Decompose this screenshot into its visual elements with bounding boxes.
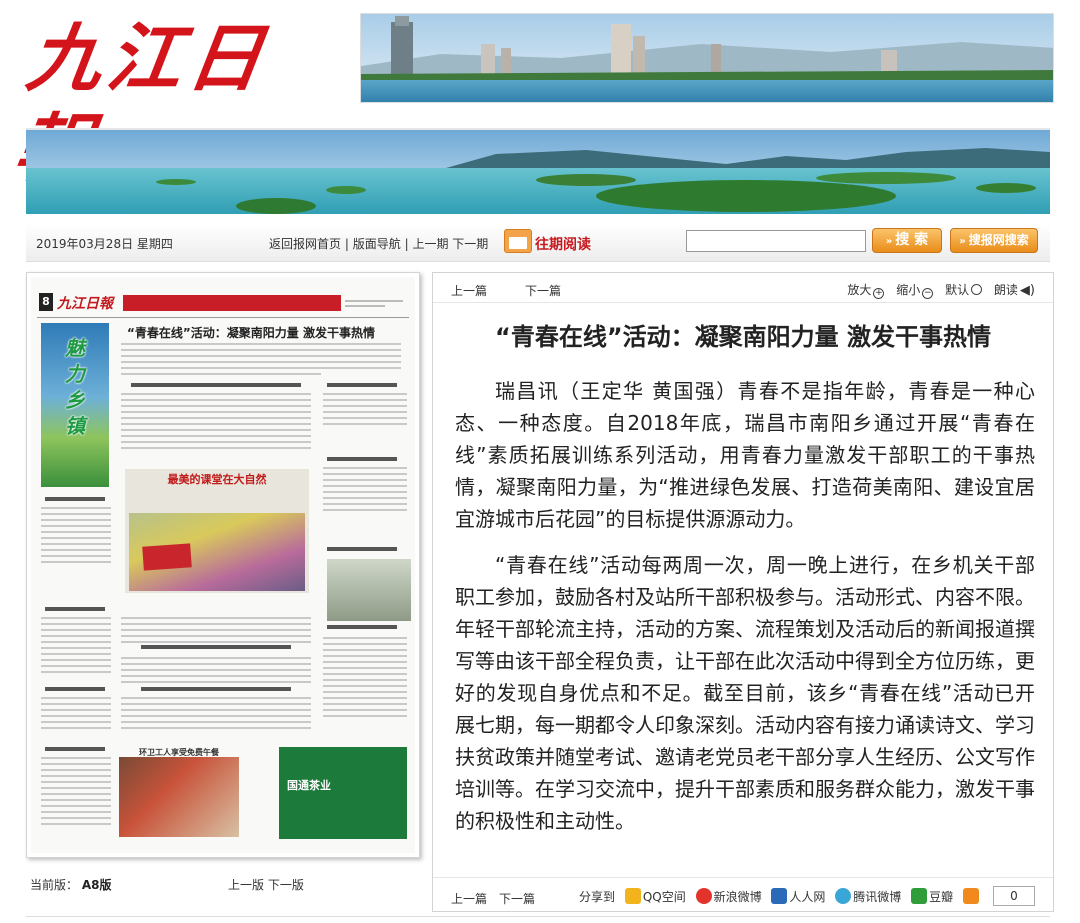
- newspaper-logo[interactable]: 九江日報: [9, 14, 345, 192]
- zoom-in-button[interactable]: 放大: [847, 283, 871, 297]
- more-share-icon[interactable]: [962, 888, 979, 904]
- past-reading-link[interactable]: 往期阅读: [535, 234, 591, 254]
- search-button[interactable]: » 搜 索: [872, 228, 942, 253]
- default-size-button[interactable]: 默认: [945, 283, 969, 297]
- lake-islands-banner: [26, 128, 1050, 214]
- flag-shape: [142, 543, 192, 571]
- skyline-image: [361, 14, 1053, 102]
- share-label: 分享到: [579, 890, 616, 904]
- article-title: “青春在线”活动：凝聚南阳力量 激发干事热情: [495, 323, 991, 351]
- bottom-next-article-link[interactable]: 下一篇: [499, 890, 535, 907]
- douban-icon[interactable]: [911, 888, 928, 904]
- minus-icon[interactable]: −: [922, 288, 934, 299]
- page-nav: 上一版 下一版: [228, 876, 304, 893]
- renren-icon[interactable]: [771, 888, 788, 904]
- masthead: 九江日報: [0, 0, 1080, 192]
- page-thumbnail[interactable]: 8 九江日報 “青春在线”活动：凝聚南阳力量 激发干事热情 魅力乡镇 最美的课堂…: [26, 272, 420, 858]
- section-nav-link[interactable]: 版面导航: [353, 237, 401, 251]
- next-issue-link[interactable]: 下一期: [452, 237, 488, 251]
- toolbar-nav: 返回报网首页 | 版面导航 | 上一期 下一期: [269, 235, 488, 252]
- article-toolbar: 上一篇 下一篇 放大 + 缩小 − 默认 朗读 ◀): [433, 273, 1053, 303]
- share-douban[interactable]: 豆瓣: [929, 890, 953, 904]
- bottom-prev-article-link[interactable]: 上一篇: [451, 890, 487, 907]
- plus-icon[interactable]: +: [873, 288, 885, 299]
- prev-article-link[interactable]: 上一篇: [451, 282, 487, 299]
- photo-image: [129, 513, 305, 591]
- site-search-label: 搜报网搜索: [968, 233, 1029, 247]
- tea-ad[interactable]: 国通茶业: [279, 747, 407, 839]
- share-sina[interactable]: 新浪微博: [714, 890, 762, 904]
- zoom-out-button[interactable]: 缩小: [896, 283, 920, 297]
- toolbar: 2019年03月28日 星期四 返回报网首页 | 版面导航 | 上一期 下一期 …: [26, 224, 1050, 262]
- share-bar: 分享到 QQ空间 新浪微博 人人网 腾讯微博 豆瓣: [579, 888, 981, 905]
- next-page-link[interactable]: 下一版: [268, 878, 304, 892]
- bottom-strip: [26, 916, 1050, 923]
- read-aloud-button[interactable]: 朗读: [994, 283, 1018, 297]
- article-body: 瑞昌讯（王定华 黄国强）青春不是指年龄，青春是一种心态、一种态度。自2018年底…: [455, 375, 1035, 863]
- sina-weibo-icon[interactable]: [695, 888, 712, 904]
- photo-title: 最美的课堂在大自然: [167, 473, 267, 486]
- search-input[interactable]: [686, 230, 866, 252]
- next-article-link[interactable]: 下一篇: [525, 282, 561, 299]
- speaker-icon[interactable]: ◀): [1020, 283, 1035, 298]
- current-page-value: A8版: [81, 878, 112, 892]
- nav-separator: |: [344, 237, 349, 251]
- article-paragraph: 瑞昌讯（王定华 黄国强）青春不是指年龄，青春是一种心态、一种态度。自2018年底…: [455, 379, 1035, 531]
- prev-page-link[interactable]: 上一版: [228, 878, 264, 892]
- reading-tools: 放大 + 缩小 − 默认 朗读 ◀): [847, 281, 1035, 299]
- arrow-icon: »: [959, 236, 966, 247]
- nav-separator: |: [404, 237, 409, 251]
- calendar-icon[interactable]: [504, 229, 532, 253]
- circle-icon[interactable]: [971, 284, 983, 295]
- thumbnail-photo-lunch[interactable]: [119, 757, 239, 837]
- site-search-button[interactable]: » 搜报网搜索: [950, 228, 1038, 253]
- tea-ad-text: 国通茶业: [287, 779, 331, 792]
- arrow-icon: »: [885, 236, 893, 247]
- current-page: 当前版： A8版: [30, 876, 111, 893]
- city-skyline-banner: [360, 13, 1054, 103]
- share-tencent[interactable]: 腾讯微博: [853, 890, 901, 904]
- share-renren[interactable]: 人人网: [789, 890, 825, 904]
- thumbnail-photo-side[interactable]: [327, 559, 411, 621]
- thumbnail-photo-nature[interactable]: 最美的课堂在大自然: [125, 469, 309, 593]
- prev-issue-link[interactable]: 上一期: [412, 237, 448, 251]
- lake-image: [26, 130, 1050, 214]
- home-link[interactable]: 返回报网首页: [269, 237, 341, 251]
- newspaper-page: 8 九江日報 “青春在线”活动：凝聚南阳力量 激发干事热情 魅力乡镇 最美的课堂…: [31, 277, 415, 853]
- current-page-label: 当前版：: [30, 878, 79, 892]
- tencent-weibo-icon[interactable]: [835, 888, 852, 904]
- qzone-icon[interactable]: [624, 888, 641, 904]
- article-footer: 上一篇 下一篇 分享到 QQ空间 新浪微博 人人网 腾讯微博 豆瓣 0: [433, 877, 1053, 911]
- issue-date: 2019年03月28日 星期四: [36, 237, 173, 251]
- article-paragraph: “青春在线”活动每两周一次，周一晚上进行，在乡机关干部职工参加，鼓励各村及站所干…: [455, 553, 1035, 833]
- share-count: 0: [993, 886, 1035, 906]
- share-qzone[interactable]: QQ空间: [643, 890, 686, 904]
- search-button-label: 搜 索: [895, 232, 929, 248]
- article-panel: 上一篇 下一篇 放大 + 缩小 − 默认 朗读 ◀) “青春在线”活动：凝聚南阳力量 …: [432, 272, 1054, 912]
